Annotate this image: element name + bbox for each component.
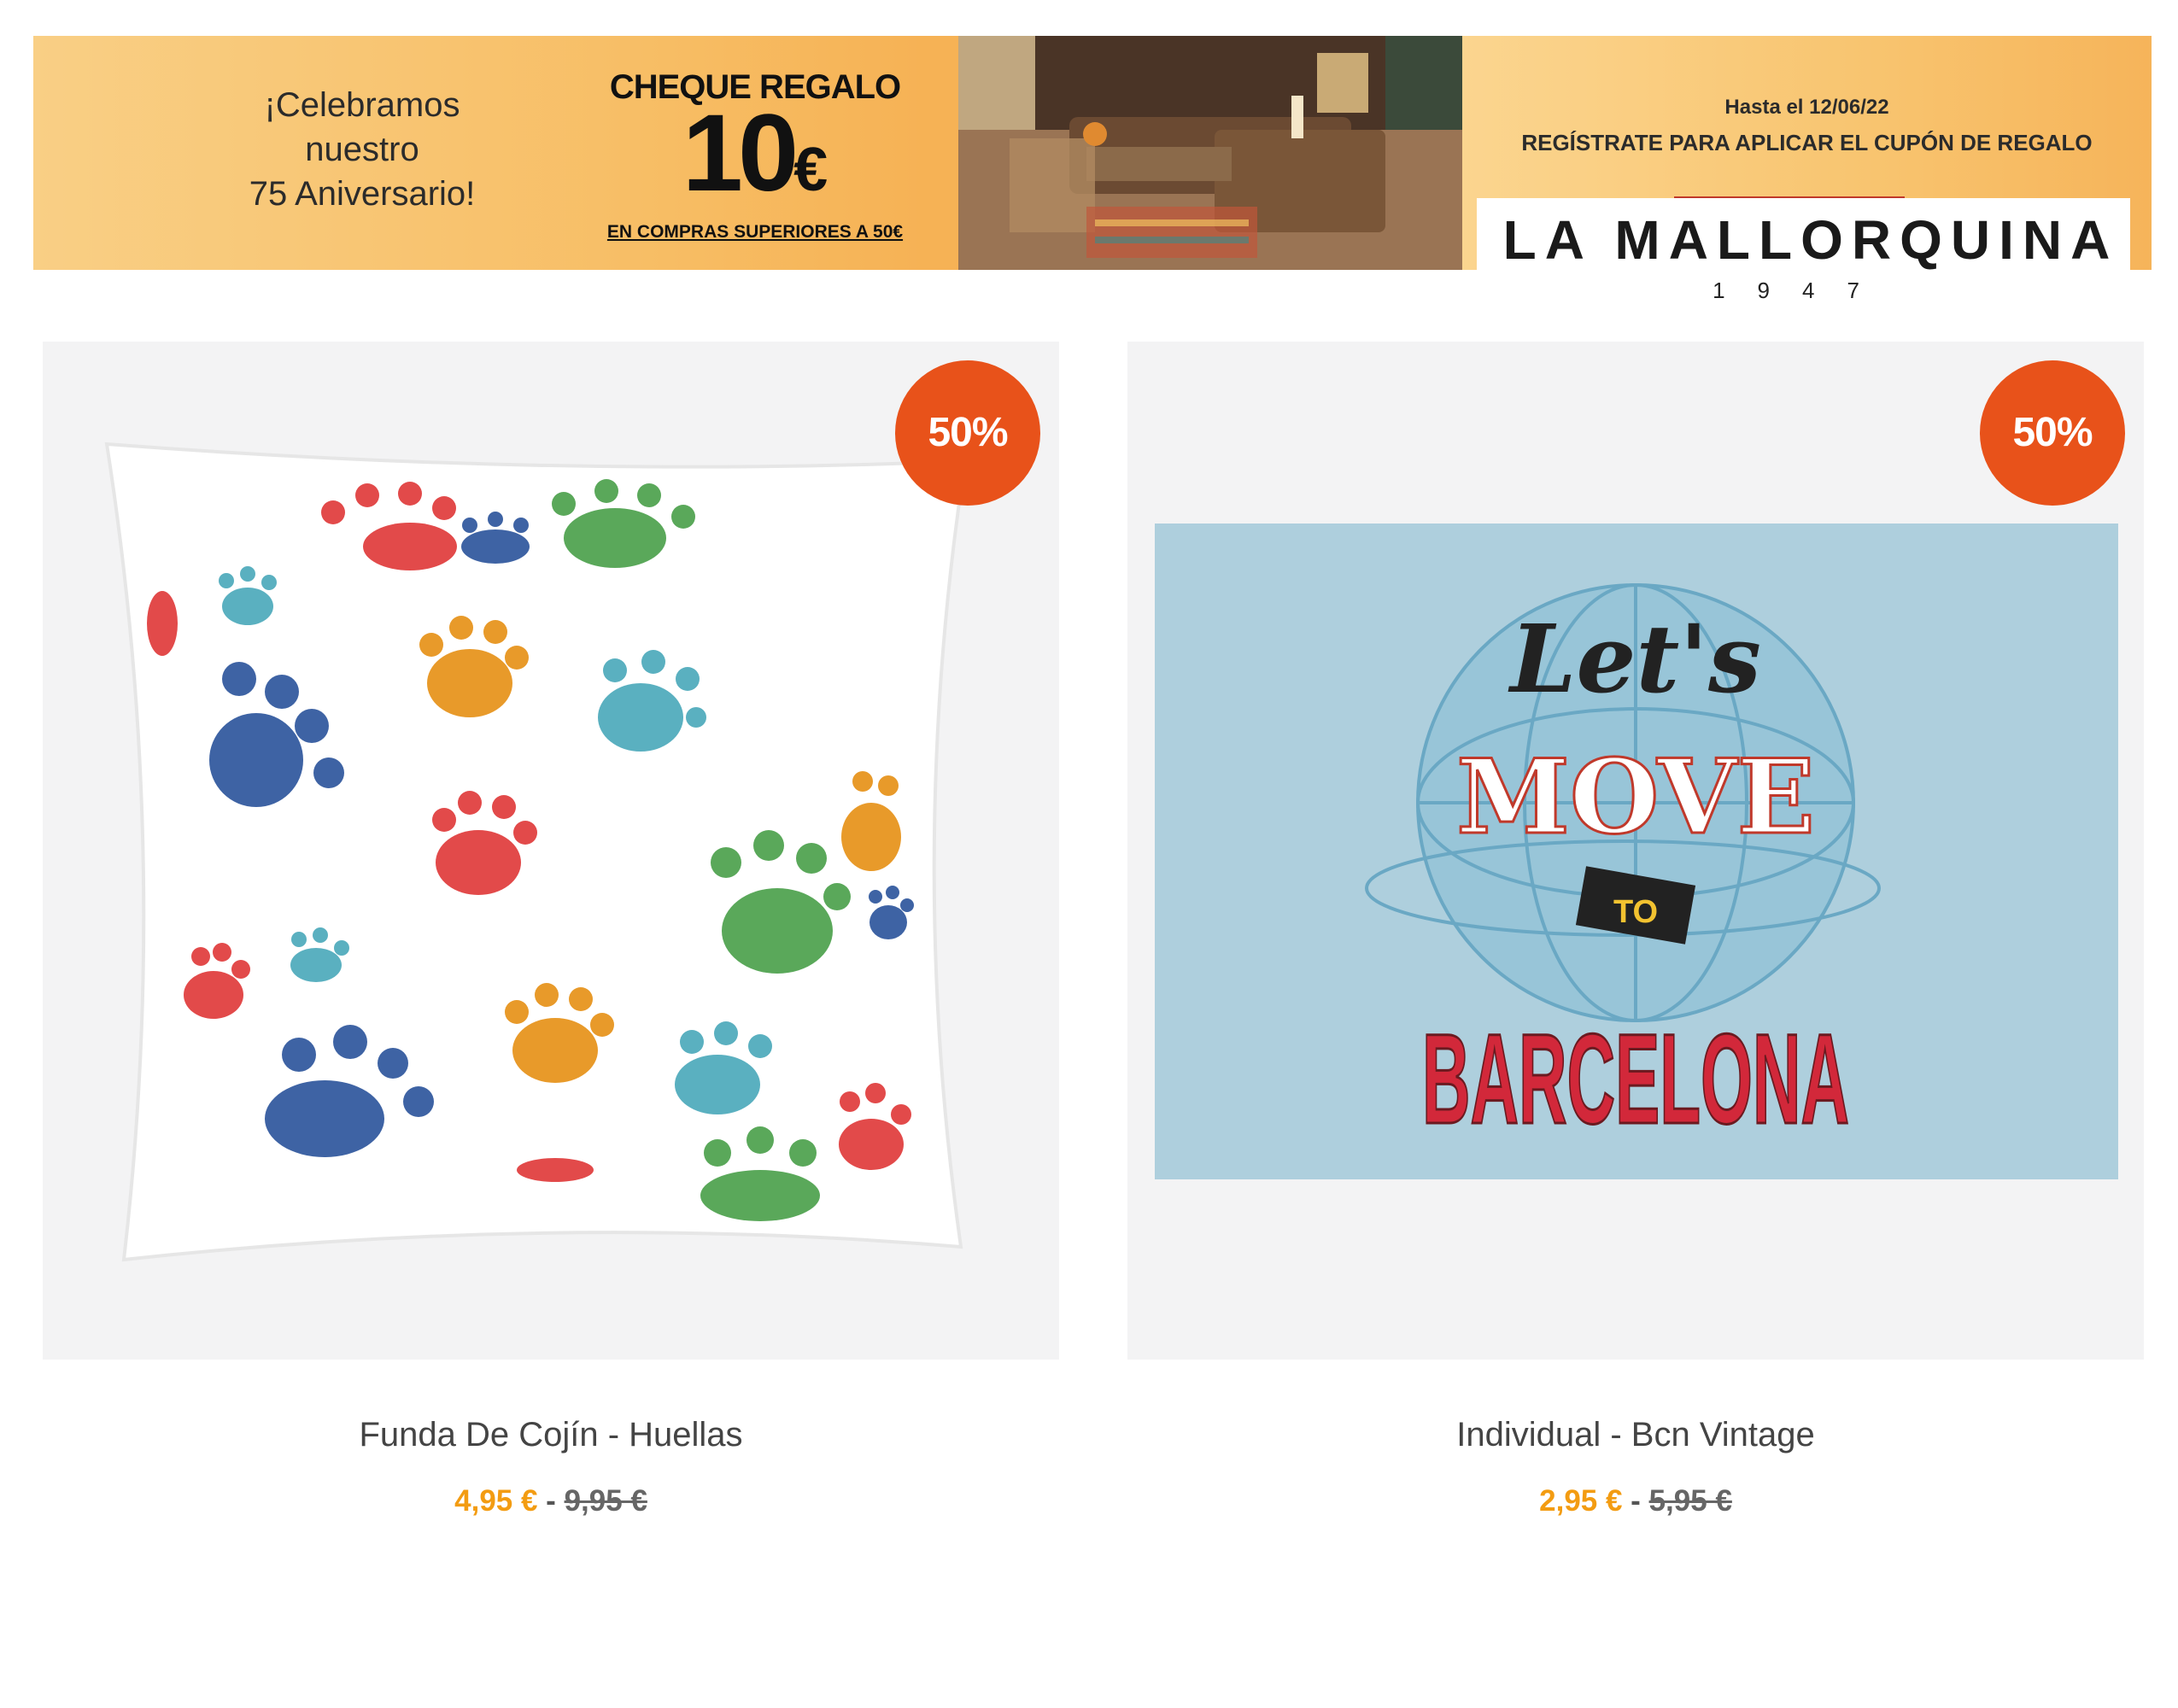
- product-name-cushion[interactable]: Funda De Cojín - Huellas: [43, 1416, 1059, 1454]
- placemat-text-lets: Let's: [1508, 604, 1761, 714]
- placemat-barcelona-image: Let's MOVE TO BARCELONA: [1155, 524, 2118, 1179]
- discount-badge: 50%: [1980, 360, 2125, 506]
- price-separator: -: [546, 1484, 556, 1518]
- cheque-amount: 10€: [563, 99, 947, 217]
- product-name-placemat[interactable]: Individual - Bcn Vintage: [1127, 1416, 2144, 1454]
- anniversary-line-1: ¡Celebramos: [264, 86, 460, 124]
- cheque-condition: EN COMPRAS SUPERIORES A 50€: [606, 222, 904, 242]
- cheque-amount-value: 10: [682, 92, 799, 214]
- anniversary-line-3: 75 Aniversario!: [249, 175, 476, 213]
- anniversary-line-2: nuestro: [305, 131, 419, 168]
- placemat-text-to: TO: [1613, 894, 1658, 930]
- brand-year: 1947: [1713, 278, 1892, 303]
- anniversary-text: ¡Celebramos nuestro 75 Aniversario!: [196, 83, 529, 216]
- price-row-cushion: 4,95 € - 9,95 €: [43, 1484, 1059, 1518]
- paw-print-cushion-image: [104, 442, 968, 1262]
- price-old: 5,95 €: [1648, 1484, 1732, 1518]
- living-room-photo: [958, 36, 1462, 270]
- product-image-placemat[interactable]: Let's MOVE TO BARCELONA 50%: [1127, 342, 2144, 1360]
- product-image-cushion[interactable]: 50%: [43, 342, 1059, 1360]
- price-new: 2,95 €: [1539, 1484, 1623, 1518]
- price-separator: -: [1631, 1484, 1641, 1518]
- price-new: 4,95 €: [454, 1484, 538, 1518]
- promo-date: Hasta el 12/06/22: [1724, 96, 1889, 119]
- brand-logo[interactable]: LA MALLORQUINA: [1495, 208, 2127, 272]
- price-row-placemat: 2,95 € - 5,95 €: [1127, 1484, 2144, 1518]
- price-old: 9,95 €: [564, 1484, 647, 1518]
- cheque-currency: €: [793, 136, 828, 204]
- promo-text: REGÍSTRATE PARA APLICAR EL CUPÓN DE REGA…: [1521, 130, 2093, 155]
- discount-badge: 50%: [895, 360, 1040, 506]
- placemat-text-move: MOVE: [1456, 737, 1815, 857]
- placemat-text-barcelona: BARCELONA: [1422, 1007, 1849, 1150]
- gift-cheque: CHEQUE REGALO 10€ EN COMPRAS SUPERIORES …: [563, 68, 947, 243]
